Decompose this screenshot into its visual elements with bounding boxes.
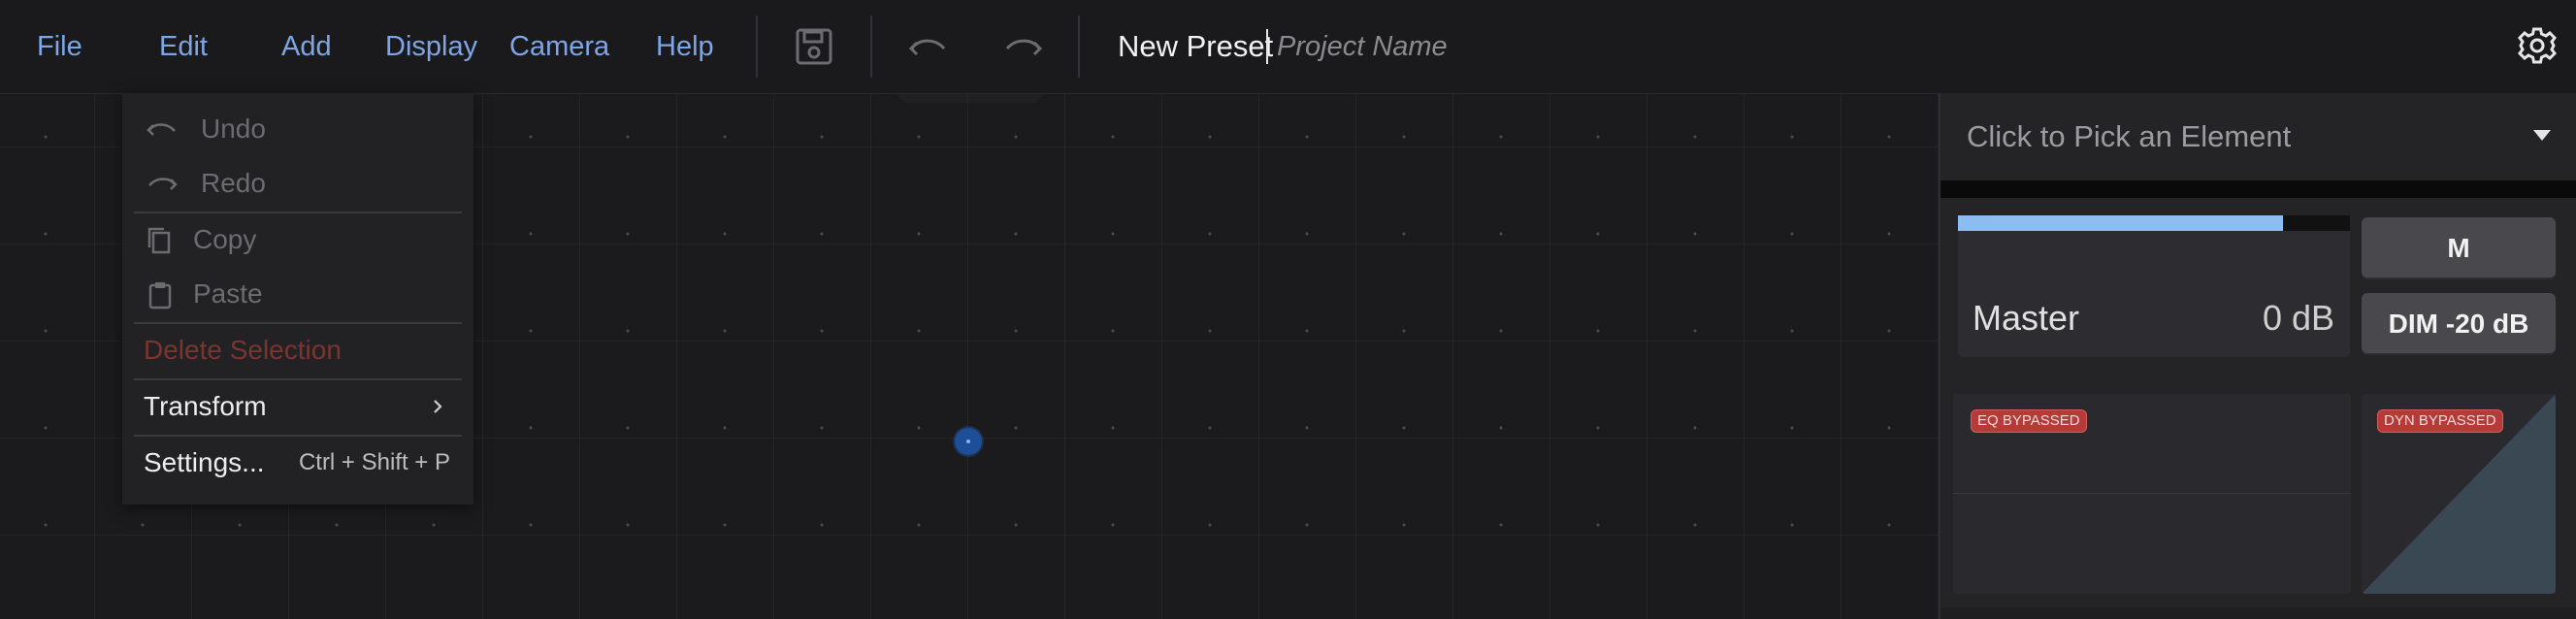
element-picker[interactable]: Click to Pick an Element	[1940, 93, 2576, 181]
gear-icon[interactable]	[2517, 25, 2558, 66]
menu-display[interactable]: Display	[385, 0, 477, 93]
toolbar-divider	[1078, 16, 1080, 78]
menu-help[interactable]: Help	[656, 0, 714, 93]
undo-icon	[147, 123, 176, 136]
dim-button[interactable]: DIM -20 dB	[2362, 293, 2556, 355]
chevron-right-icon	[434, 400, 442, 413]
menu-item-label: Paste	[193, 278, 263, 309]
redo-icon	[148, 178, 178, 190]
menu-item-paste[interactable]: Paste	[122, 267, 473, 321]
top-bar: File Edit Add Display Camera Help New Pr…	[0, 0, 2576, 94]
menu-add[interactable]: Add	[281, 0, 332, 93]
menu-file[interactable]: File	[37, 0, 82, 93]
eq-divider	[1953, 493, 2351, 494]
master-meter-fill	[1958, 215, 2283, 231]
save-icon[interactable]	[791, 23, 837, 70]
copy-icon	[147, 227, 171, 254]
element-picker-label: Click to Pick an Element	[1967, 119, 2292, 153]
menu-item-label: Undo	[201, 114, 266, 144]
panel-footer	[1940, 607, 2576, 619]
menu-item-label: Settings...	[144, 447, 265, 477]
master-gain-value[interactable]: 0 dB	[2232, 287, 2334, 349]
menu-item-label: Delete Selection	[144, 335, 342, 365]
chevron-down-icon	[2533, 130, 2551, 141]
menu-item-redo[interactable]: Redo	[122, 156, 473, 211]
project-name-field[interactable]: Project Name	[1277, 0, 1448, 93]
undo-icon[interactable]	[905, 23, 952, 70]
menu-item-label: Redo	[201, 168, 266, 198]
shortcut-hint: Ctrl + Shift + P	[298, 449, 450, 475]
menu-item-label: Transform	[144, 391, 267, 421]
menu-item-transform[interactable]: Transform	[122, 379, 473, 434]
menu-item-settings[interactable]: Settings... Ctrl + Shift + P	[122, 436, 473, 490]
toolbar-divider	[870, 16, 872, 78]
edit-menu-dropdown: Undo Redo Copy Paste Delete Selection Tr…	[122, 93, 473, 505]
mute-button[interactable]: M	[2362, 217, 2556, 279]
master-label: Master	[1973, 298, 2080, 338]
menu-camera[interactable]: Camera	[509, 0, 609, 93]
menu-item-label: Copy	[193, 224, 257, 254]
redo-icon[interactable]	[999, 23, 1046, 70]
origin-marker[interactable]	[955, 428, 982, 455]
toolbar-divider	[756, 16, 758, 78]
menu-item-undo[interactable]: Undo	[122, 102, 473, 156]
dyn-bypassed-badge: DYN BYPASSED	[2377, 409, 2503, 433]
paste-icon	[148, 282, 172, 310]
text-caret	[1266, 29, 1268, 64]
panel-separator	[1940, 180, 2576, 198]
eq-bypassed-badge: EQ BYPASSED	[1971, 409, 2087, 433]
preset-name[interactable]: New Preset	[1118, 0, 1273, 93]
menu-item-delete-selection[interactable]: Delete Selection	[122, 323, 473, 377]
menu-item-copy[interactable]: Copy	[122, 212, 473, 267]
menu-edit[interactable]: Edit	[159, 0, 208, 93]
